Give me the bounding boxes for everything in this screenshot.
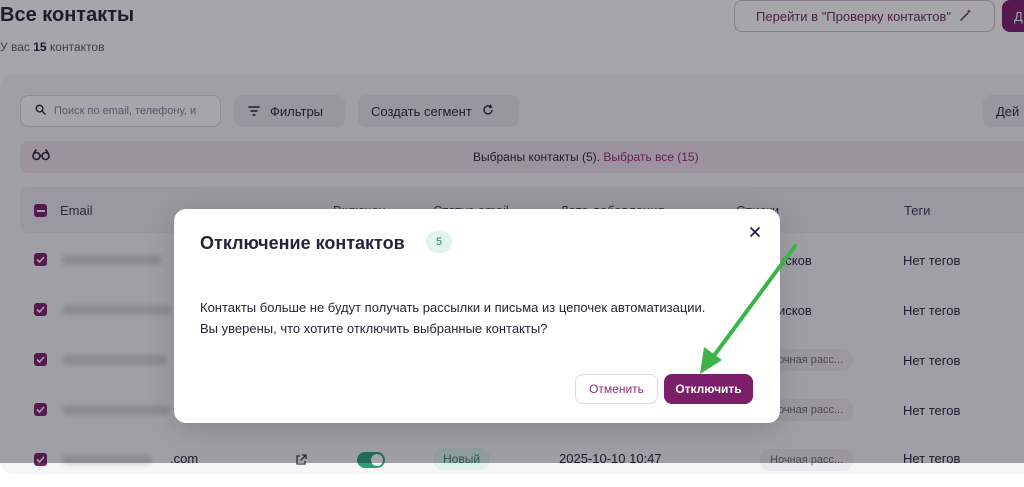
dialog-message-line-1: Контакты больше не будут получать рассыл… <box>200 300 706 315</box>
dialog-message-line-2: Вы уверены, что хотите отключить выбранн… <box>200 321 548 336</box>
disable-contacts-dialog: Отключение контактов 5 Контакты больше н… <box>174 209 780 423</box>
dialog-title: Отключение контактов <box>200 233 405 253</box>
dialog-message: Контакты больше не будут получать рассыл… <box>200 297 760 339</box>
close-icon[interactable] <box>744 221 766 243</box>
contacts-page: Все контакты У вас 15 контактов Перейти … <box>0 0 1024 474</box>
selected-count-badge: 5 <box>426 231 452 253</box>
cancel-button[interactable]: Отменить <box>575 374 658 404</box>
disable-button[interactable]: Отключить <box>664 374 753 404</box>
